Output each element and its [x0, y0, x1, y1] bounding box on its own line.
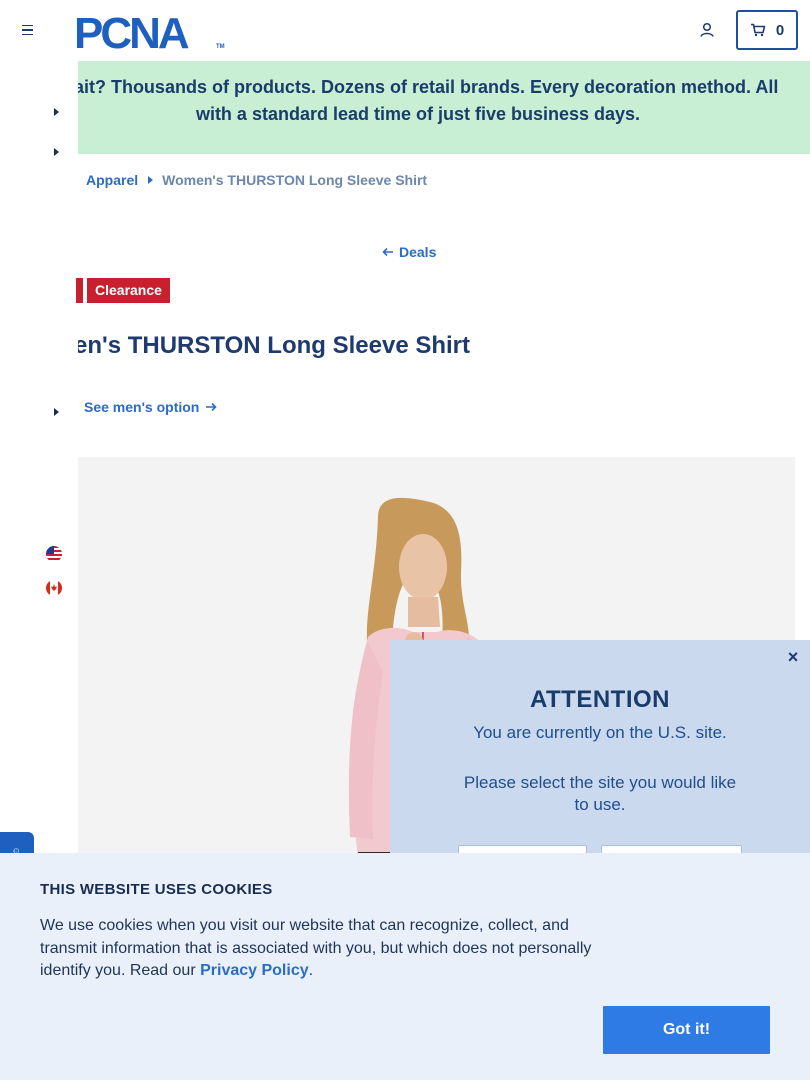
canada-flag-icon[interactable]: [46, 580, 62, 596]
mens-link-label: See men's option: [84, 399, 200, 415]
cookie-body: We use cookies when you visit our websit…: [40, 917, 592, 979]
promo-banner: Wait? Thousands of products. Dozens of r…: [78, 61, 810, 154]
arrow-left-icon: [382, 247, 393, 257]
breadcrumb: Apparel Women's THURSTON Long Sleeve Shi…: [86, 172, 427, 188]
chevron-right-icon[interactable]: [52, 407, 60, 417]
cart-button[interactable]: 0: [736, 10, 798, 50]
accept-cookies-button[interactable]: Got it!: [603, 1006, 770, 1054]
badge-partial: [76, 278, 83, 303]
product-title: Women's THURSTON Long Sleeve Shirt: [78, 332, 470, 359]
menu-icon[interactable]: [19, 21, 37, 39]
logo-tm: TM: [216, 44, 225, 50]
product-title-container: Women's THURSTON Long Sleeve Shirt: [78, 331, 498, 363]
chevron-right-icon[interactable]: [52, 107, 60, 117]
back-link-label: Deals: [399, 244, 437, 260]
logo-text: PCNA: [74, 9, 189, 52]
back-to-deals-link[interactable]: Deals: [381, 244, 436, 260]
privacy-policy-link[interactable]: Privacy Policy: [200, 962, 309, 979]
modal-instruction-text: Please select the site you would like to…: [463, 773, 737, 814]
cookie-period: .: [308, 962, 314, 979]
cart-count: 0: [775, 21, 785, 39]
arrow-right-icon: [206, 402, 217, 412]
cookie-banner: THIS WEBSITE USES COOKIES We use cookies…: [0, 853, 810, 1080]
account-icon[interactable]: [697, 20, 717, 40]
clearance-badge: Clearance: [87, 278, 170, 303]
breadcrumb-apparel[interactable]: Apparel: [86, 172, 138, 188]
pcna-logo[interactable]: PCNA TM: [74, 8, 226, 52]
modal-current-site-text: You are currently on the U.S. site.: [473, 723, 727, 742]
chevron-right-icon[interactable]: [52, 147, 60, 157]
promo-text: Wait? Thousands of products. Dozens of r…: [78, 77, 779, 124]
close-icon[interactable]: ×: [786, 648, 800, 666]
breadcrumb-current: Women's THURSTON Long Sleeve Shirt: [162, 172, 428, 188]
cookie-text: We use cookies when you visit our websit…: [40, 915, 600, 983]
cart-icon: [750, 23, 766, 37]
see-mens-option-link[interactable]: See men's option: [84, 399, 217, 415]
site-header: PCNA TM 0: [0, 0, 810, 61]
chevron-right-icon: [148, 176, 154, 184]
modal-heading: ATTENTION: [529, 686, 671, 713]
us-flag-icon[interactable]: [46, 546, 62, 562]
cookie-title: THIS WEBSITE USES COOKIES: [40, 881, 273, 898]
